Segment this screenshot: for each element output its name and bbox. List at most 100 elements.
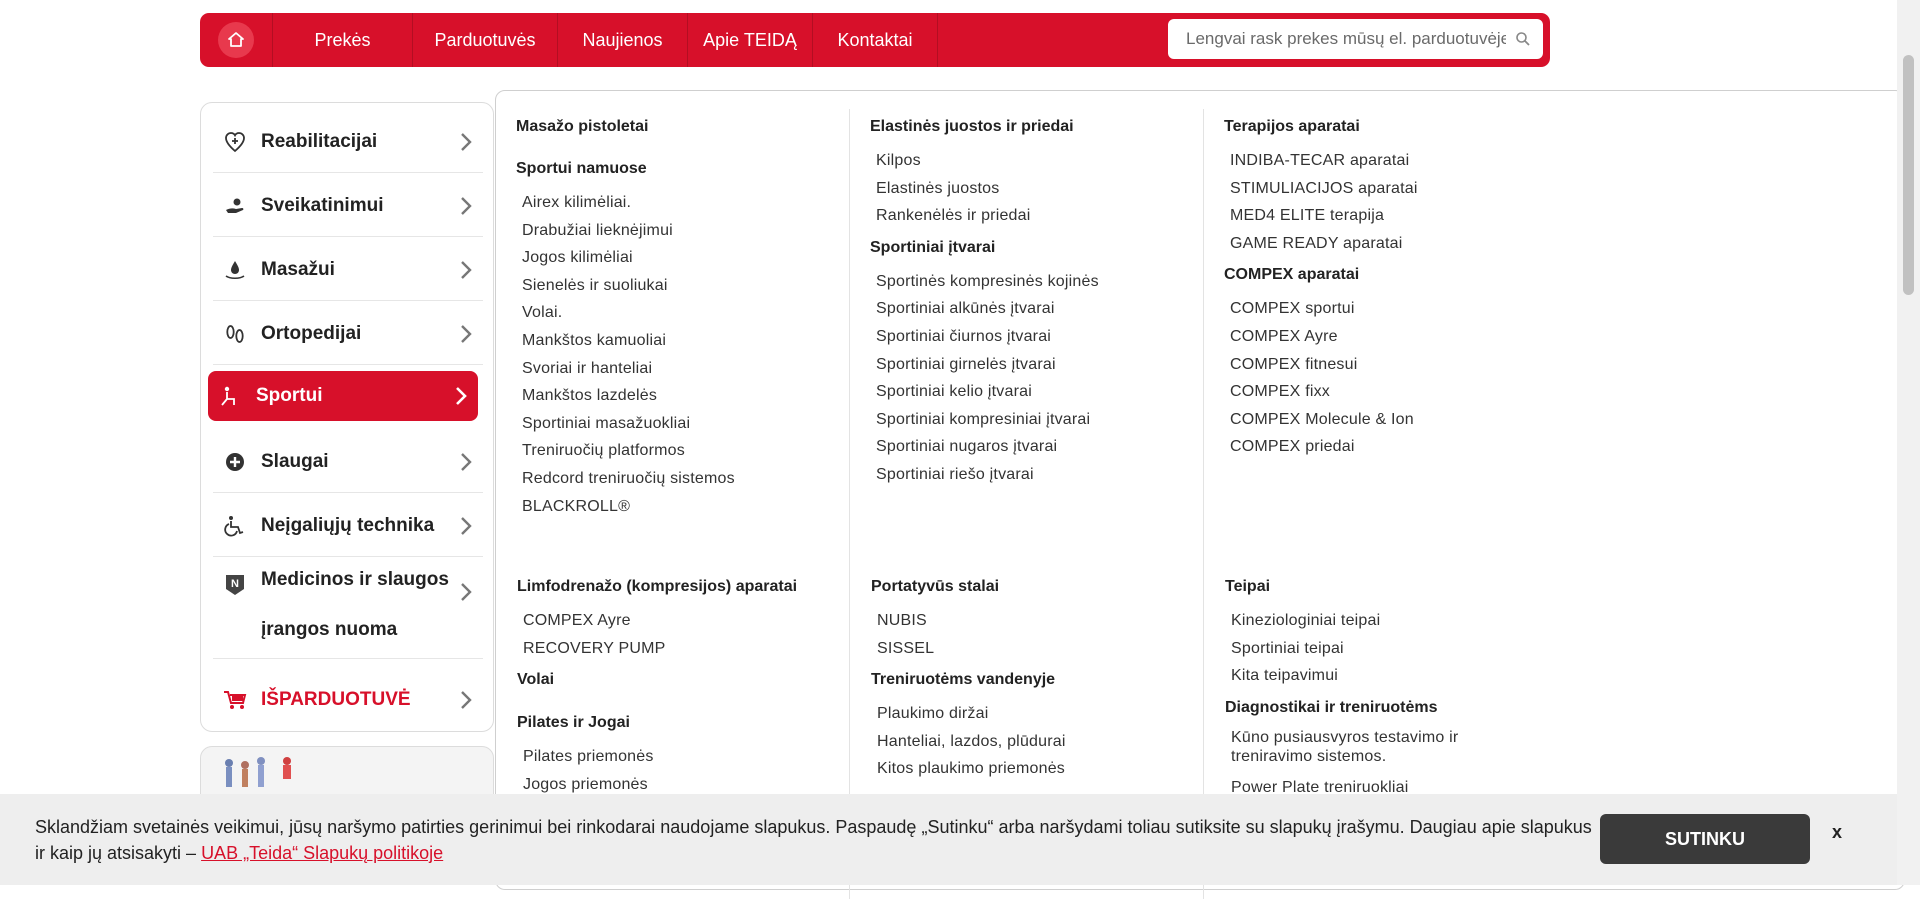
menu-link[interactable]: Mankštos lazdelės — [516, 382, 846, 410]
menu-link[interactable]: Kilpos — [870, 147, 1200, 175]
menu-link[interactable]: NUBIS — [871, 607, 1201, 635]
sidebar-item-ispardutuve[interactable]: IŠPARDUOTUVĖ — [213, 669, 483, 731]
menu-link[interactable]: BLACKROLL® — [516, 493, 846, 521]
cookie-policy-link[interactable]: UAB „Teida“ Slapukų politikoje — [201, 843, 443, 863]
menu-link[interactable]: Airex kilimėliai. — [516, 189, 846, 217]
sidebar-item-label: Sportui — [256, 385, 323, 406]
chevron-right-icon — [454, 385, 468, 413]
menu-link[interactable]: COMPEX priedai — [1224, 433, 1554, 461]
menu-link[interactable]: Sportinės kompresinės kojinės — [870, 268, 1200, 296]
scrollbar-thumb[interactable] — [1903, 55, 1914, 295]
menu-link[interactable]: COMPEX Ayre — [1224, 323, 1554, 351]
sidebar-item-label: Masažui — [261, 258, 335, 280]
menu-heading[interactable]: Limfodrenažo (kompresijos) aparatai — [517, 577, 847, 597]
menu-link[interactable]: Sportiniai kompresiniai įtvarai — [870, 406, 1200, 434]
menu-column-5: Portatyvūs stalai NUBIS SISSEL Treniruot… — [871, 577, 1201, 783]
menu-link[interactable]: Elastinės juostos — [870, 175, 1200, 203]
menu-heading[interactable]: Masažo pistoletai — [516, 117, 846, 137]
category-sidebar: Reabilitacijai Sveikatinimui Masažui Ort… — [200, 102, 494, 732]
menu-heading[interactable]: COMPEX aparatai — [1224, 265, 1554, 285]
menu-link[interactable]: Redcord treniruočių sistemos — [516, 465, 846, 493]
menu-link-list: Pilates priemonės Jogos priemonės — [517, 743, 847, 798]
menu-heading[interactable]: Diagnostikai ir treniruotėms — [1225, 698, 1505, 718]
menu-link[interactable]: Sportiniai teipai — [1225, 635, 1505, 663]
accept-cookies-button[interactable]: SUTINKU — [1600, 814, 1810, 864]
page-scrollbar[interactable] — [1897, 0, 1920, 885]
menu-link[interactable]: Sportiniai čiurnos įtvarai — [870, 323, 1200, 351]
menu-link[interactable]: Hanteliai, lazdos, plūdurai — [871, 728, 1201, 756]
menu-link-list: INDIBA-TECAR aparatai STIMULIACIJOS apar… — [1224, 147, 1554, 257]
menu-link[interactable]: Kita teipavimui — [1225, 662, 1505, 690]
menu-link[interactable]: Sienelės ir suoliukai — [516, 272, 846, 300]
menu-heading[interactable]: Sportui namuose — [516, 159, 846, 179]
menu-link[interactable]: Kūno pusiausvyros testavimo ir treniravi… — [1225, 728, 1505, 766]
menu-link-list: Sportinės kompresinės kojinės Sportiniai… — [870, 268, 1200, 489]
menu-link[interactable]: COMPEX fixx — [1224, 378, 1554, 406]
close-cookie-button[interactable]: x — [1832, 822, 1842, 843]
menu-link[interactable]: RECOVERY PUMP — [517, 635, 847, 663]
menu-link-list: Kilpos Elastinės juostos Rankenėlės ir p… — [870, 147, 1200, 230]
menu-link-list: Airex kilimėliai. Drabužiai lieknėjimui … — [516, 189, 846, 520]
menu-link[interactable]: COMPEX sportui — [1224, 295, 1554, 323]
nav-item-apie[interactable]: Apie TEIDĄ — [688, 13, 813, 67]
menu-link[interactable]: Plaukimo diržai — [871, 700, 1201, 728]
menu-link[interactable]: Rankenėlės ir priedai — [870, 202, 1200, 230]
menu-link[interactable]: Drabužiai lieknėjimui — [516, 217, 846, 245]
menu-link[interactable]: Sportiniai girnelės įtvarai — [870, 351, 1200, 379]
nav-item-prekes[interactable]: Prekės — [273, 13, 413, 67]
cookie-message: Sklandžiam svetainės veikimui, jūsų narš… — [35, 814, 1605, 866]
sidebar-item-label: IŠPARDUOTUVĖ — [261, 689, 411, 710]
menu-link[interactable]: INDIBA-TECAR aparatai — [1224, 147, 1554, 175]
menu-heading[interactable]: Sportiniai įtvarai — [870, 238, 1200, 258]
nav-item-kontaktai[interactable]: Kontaktai — [813, 13, 938, 67]
menu-link[interactable]: Volai. — [516, 299, 846, 327]
menu-link[interactable]: SISSEL — [871, 635, 1201, 663]
menu-link[interactable]: MED4 ELITE terapija — [1224, 202, 1554, 230]
menu-link[interactable]: Sportiniai riešo įtvarai — [870, 461, 1200, 489]
menu-link[interactable]: Kitos plaukimo priemonės — [871, 755, 1201, 783]
menu-heading[interactable]: Terapijos aparatai — [1224, 117, 1554, 137]
menu-link[interactable]: Kineziologiniai teipai — [1225, 607, 1505, 635]
menu-link[interactable]: Sportiniai kelio įtvarai — [870, 378, 1200, 406]
menu-heading[interactable]: Pilates ir Jogai — [517, 713, 847, 733]
menu-link[interactable]: Sportiniai alkūnės įtvarai — [870, 295, 1200, 323]
sidebar-item-label: Medicinos ir slaugos įrangos nuoma — [261, 569, 449, 640]
sidebar-item-nuoma[interactable]: N Medicinos ir slaugos įrangos nuoma — [213, 559, 483, 659]
mega-menu-sportui: Masažo pistoletai Sportui namuose Airex … — [495, 90, 1905, 899]
sidebar-item-ortopedijai[interactable]: Ortopedijai — [213, 303, 483, 365]
rehab-icon — [223, 130, 247, 154]
menu-link[interactable]: Sportiniai nugaros įtvarai — [870, 433, 1200, 461]
menu-link[interactable]: Mankštos kamuoliai — [516, 327, 846, 355]
sidebar-item-label: Neįgaliųjų technika — [261, 514, 435, 536]
menu-link[interactable]: COMPEX Ayre — [517, 607, 847, 635]
menu-heading[interactable]: Volai — [517, 670, 847, 690]
sidebar-item-sportui[interactable]: Sportui — [208, 371, 478, 421]
sidebar-item-reabilitacijai[interactable]: Reabilitacijai — [213, 111, 483, 173]
sidebar-item-neigaliuju-technika[interactable]: Neįgaliųjų technika — [213, 495, 483, 557]
search-icon[interactable] — [1515, 31, 1531, 52]
menu-heading[interactable]: Elastinės juostos ir priedai — [870, 117, 1200, 137]
search-box — [1168, 19, 1543, 59]
menu-link[interactable]: Sportiniai masažuokliai — [516, 410, 846, 438]
home-button[interactable] — [200, 13, 273, 67]
sidebar-item-slaugai[interactable]: Slaugai — [213, 431, 483, 493]
menu-link[interactable]: Treniruočių platformos — [516, 437, 846, 465]
menu-link[interactable]: Pilates priemonės — [517, 743, 847, 771]
menu-link[interactable]: COMPEX Molecule & Ion — [1224, 406, 1554, 434]
main-navigation: Prekės Parduotuvės Naujienos Apie TEIDĄ … — [200, 13, 1550, 67]
cart-icon — [223, 688, 247, 712]
sidebar-item-sveikatinimui[interactable]: Sveikatinimui — [213, 175, 483, 237]
menu-link[interactable]: GAME READY aparatai — [1224, 230, 1554, 258]
menu-link[interactable]: COMPEX fitnesui — [1224, 351, 1554, 379]
menu-link[interactable]: STIMULIACIJOS aparatai — [1224, 175, 1554, 203]
menu-heading[interactable]: Portatyvūs stalai — [871, 577, 1201, 597]
sidebar-item-masazui[interactable]: Masažui — [213, 239, 483, 301]
menu-link[interactable]: Jogos kilimėliai — [516, 244, 846, 272]
nav-item-parduotuves[interactable]: Parduotuvės — [413, 13, 558, 67]
menu-heading[interactable]: Teipai — [1225, 577, 1505, 597]
menu-heading[interactable]: Treniruotėms vandenyje — [871, 670, 1201, 690]
search-input[interactable] — [1184, 28, 1508, 50]
nav-item-naujienos[interactable]: Naujienos — [558, 13, 688, 67]
home-icon — [218, 22, 254, 58]
menu-link[interactable]: Svoriai ir hanteliai — [516, 355, 846, 383]
